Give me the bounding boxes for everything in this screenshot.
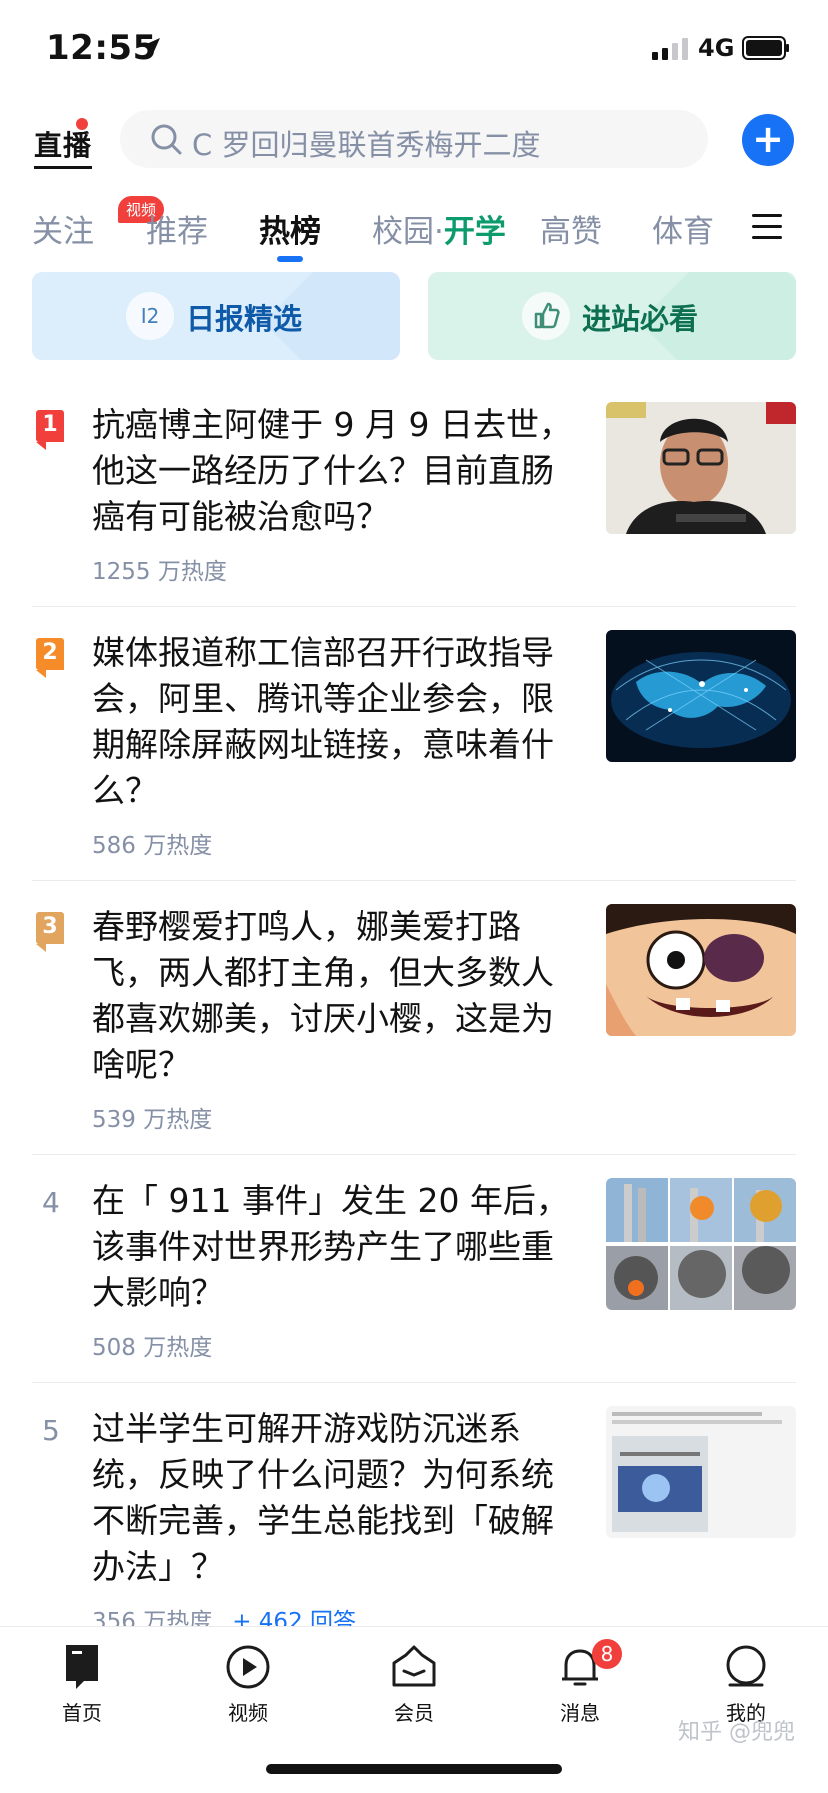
message-badge: 8 <box>592 1639 622 1669</box>
tabbar-label: 首页 <box>62 1701 102 1725</box>
tab-campus[interactable]: 校园·开学 <box>372 206 506 251</box>
search-placeholder: C 罗回归曼联首秀梅开二度 <box>192 128 541 162</box>
battery-icon <box>742 36 789 60</box>
hot-list-item[interactable]: 5 过半学生可解开游戏防沉迷系统，反映了什么问题？为何系统不断完善，学生总能找到… <box>32 1406 796 1626</box>
tab-top-voted[interactable]: 高赞 <box>540 206 602 251</box>
feed-tabs: 关注 视频 推荐 热榜 校园·开学 高赞 体育 <box>0 196 828 270</box>
daily-report-icon: I2 <box>126 292 174 340</box>
thumbnail-image <box>606 904 796 1036</box>
hot-list-item[interactable]: 4 在「 911 事件」发生 20 年后，该事件对世界形势产生了哪些重大影响？ … <box>32 1178 796 1361</box>
thumbs-up-icon <box>522 292 570 340</box>
watermark: 知乎 @兜兜 <box>678 1720 795 1745</box>
question-title: 在「 911 事件」发生 20 年后，该事件对世界形势产生了哪些重大影响？ <box>92 1181 569 1312</box>
daily-picks-card[interactable]: I2 日报精选 <box>32 272 400 360</box>
tab-label-highlight: 开学 <box>443 214 506 250</box>
live-notification-dot <box>74 116 90 132</box>
tab-hot-list[interactable]: 热榜 <box>259 206 321 251</box>
active-tab-indicator <box>277 256 303 262</box>
answer-count[interactable]: + 462 回答 <box>232 1609 356 1626</box>
feature-cards: I2 日报精选 进站必看 <box>0 272 828 362</box>
hot-list-item[interactable]: 3 春野樱爱打鸣人，娜美爱打路飞，两人都打主角，但大多数人都喜欢娜美，讨厌小樱，… <box>32 904 796 1134</box>
divider <box>32 880 796 881</box>
tab-label: 关注 <box>32 214 94 250</box>
tabbar-home[interactable]: 首页 <box>22 1643 142 1726</box>
thumbnail-image <box>606 402 796 534</box>
rank-badge: 1 <box>36 410 64 450</box>
divider <box>32 1154 796 1155</box>
thumbnail-image <box>606 1178 796 1310</box>
heat-count: 586 万热度 <box>92 833 213 859</box>
question-title: 过半学生可解开游戏防沉迷系统，反映了什么问题？为何系统不断完善，学生总能找到「破… <box>92 1409 554 1586</box>
home-icon <box>66 1645 98 1689</box>
crown-icon <box>392 1645 436 1687</box>
network-type: 4G <box>698 34 735 62</box>
location-arrow-icon <box>142 38 160 56</box>
create-post-button[interactable]: + <box>742 114 794 166</box>
cellular-signal-icon <box>652 38 688 60</box>
divider <box>32 606 796 607</box>
rank-number: 5 <box>42 1414 60 1447</box>
tabbar-messages[interactable]: 8 消息 <box>520 1639 640 1726</box>
tabbar-label: 视频 <box>228 1701 268 1725</box>
tab-label-prefix: 校园· <box>372 214 444 250</box>
tab-sports[interactable]: 体育 <box>652 206 714 251</box>
thumbnail-image <box>606 1406 796 1538</box>
profile-circle-icon <box>726 1645 766 1687</box>
top-bar: 直播 C 罗回归曼联首秀梅开二度 + <box>0 108 828 172</box>
search-icon <box>151 124 182 155</box>
heat-count-text: 356 万热度 <box>92 1609 213 1626</box>
status-bar: 12:55 4G <box>0 0 828 100</box>
rank-number: 4 <box>42 1186 60 1219</box>
question-title: 春野樱爱打鸣人，娜美爱打路飞，两人都打主角，但大多数人都喜欢娜美，讨厌小樱，这是… <box>92 907 554 1084</box>
hot-list-item[interactable]: 1 抗癌博主阿健于 9 月 9 日去世，他这一路经历了什么？目前直肠癌有可能被治… <box>32 402 796 585</box>
home-indicator[interactable] <box>266 1764 562 1774</box>
heat-count: 539 万热度 <box>92 1107 213 1133</box>
search-bar[interactable]: C 罗回归曼联首秀梅开二度 <box>120 110 708 168</box>
tab-recommend[interactable]: 推荐 <box>146 206 208 251</box>
menu-icon[interactable] <box>752 214 782 240</box>
card-label: 日报精选 <box>186 302 303 336</box>
tabbar-membership[interactable]: 会员 <box>354 1643 474 1726</box>
divider <box>32 1382 796 1383</box>
thumbnail-image <box>606 630 796 762</box>
tab-follow[interactable]: 关注 视频 <box>32 196 165 251</box>
must-see-card[interactable]: 进站必看 <box>428 272 796 360</box>
hot-list-item[interactable]: 2 媒体报道称工信部召开行政指导会，阿里、腾讯等企业参会，限期解除屏蔽网址链接，… <box>32 630 796 860</box>
heat-count: 1255 万热度 <box>92 559 227 585</box>
tabbar-label: 消息 <box>560 1701 600 1725</box>
card-label: 进站必看 <box>582 302 699 336</box>
video-play-icon <box>226 1645 270 1689</box>
rank-badge: 3 <box>36 912 64 952</box>
question-title: 抗癌博主阿健于 9 月 9 日去世，他这一路经历了什么？目前直肠癌有可能被治愈吗… <box>92 405 572 536</box>
rank-badge: 2 <box>36 638 64 678</box>
heat-count: 356 万热度 + 462 回答 <box>92 1602 356 1626</box>
tabbar-label: 会员 <box>394 1701 434 1725</box>
question-title: 媒体报道称工信部召开行政指导会，阿里、腾讯等企业参会，限期解除屏蔽网址链接，意味… <box>92 633 554 810</box>
heat-count: 508 万热度 <box>92 1335 213 1361</box>
tabbar-video[interactable]: 视频 <box>188 1643 308 1726</box>
